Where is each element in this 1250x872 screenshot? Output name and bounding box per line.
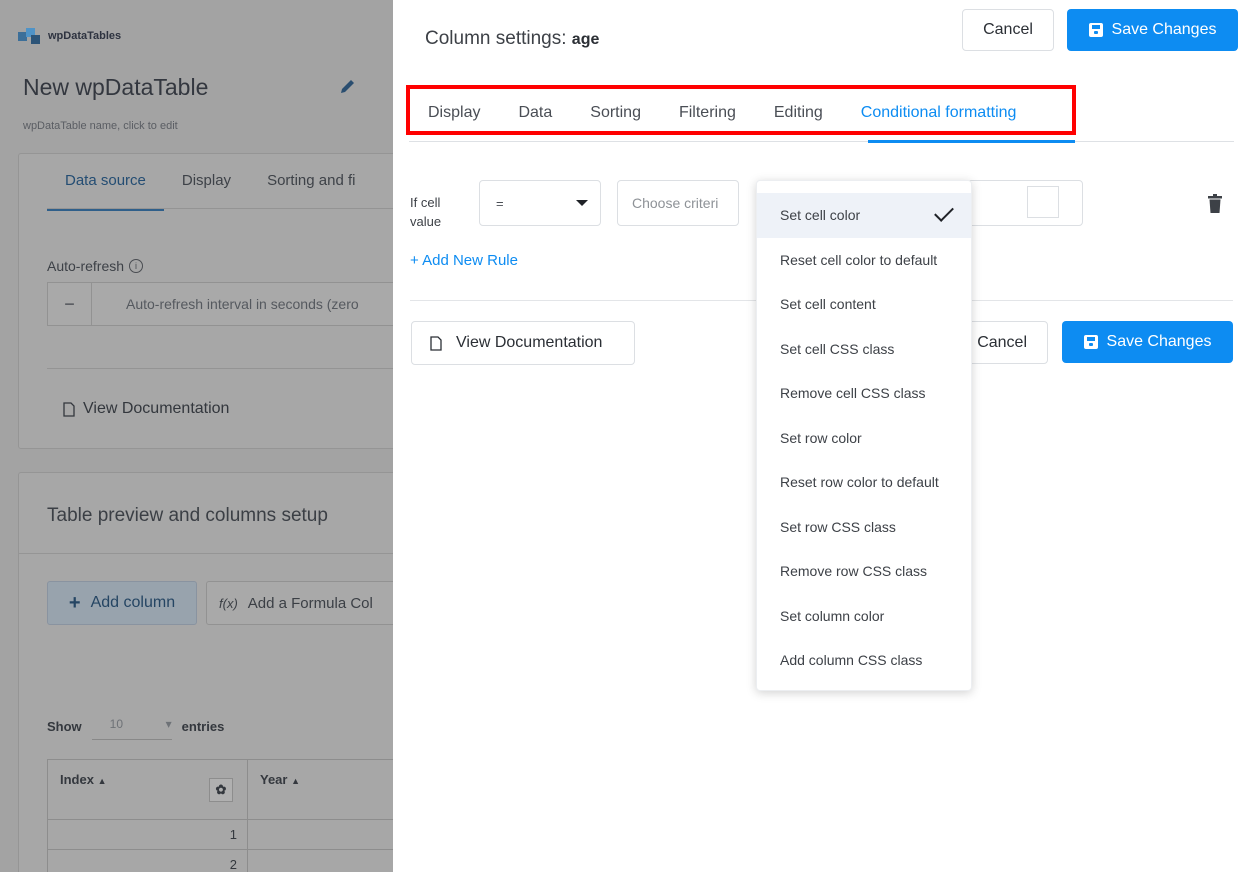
tab-editing[interactable]: Editing	[774, 104, 823, 122]
column-header-index[interactable]: Index ▲ ✿	[47, 759, 248, 820]
wpdatatables-logo-icon	[18, 28, 40, 44]
active-tab-indicator	[868, 140, 1075, 143]
view-documentation-button[interactable]: View Documentation	[411, 321, 635, 365]
column-header-year[interactable]: Year ▲	[247, 759, 393, 820]
view-documentation-link[interactable]: View Documentation	[63, 400, 229, 418]
logo: wpDataTables	[18, 28, 121, 44]
document-icon	[430, 335, 442, 351]
action-dropdown-menu: Set cell color Reset cell color to defau…	[756, 180, 972, 691]
pencil-icon[interactable]	[338, 76, 358, 96]
table-title[interactable]: New wpDataTable	[23, 74, 208, 101]
divider	[19, 553, 393, 554]
bottom-save-changes-button[interactable]: Save Changes	[1062, 321, 1233, 363]
divider	[47, 368, 393, 369]
dropdown-option[interactable]: Set column color	[757, 594, 971, 639]
operator-select[interactable]: =	[479, 180, 601, 226]
show-entries: Show 10 ▾ entries	[47, 713, 224, 740]
entries-select[interactable]: 10 ▾	[91, 713, 172, 740]
logo-text: wpDataTables	[48, 30, 122, 42]
dropdown-option[interactable]: Reset row color to default	[757, 460, 971, 505]
save-icon	[1083, 335, 1098, 349]
column-name: age	[571, 31, 600, 48]
dropdown-option[interactable]: Remove row CSS class	[757, 549, 971, 594]
dropdown-option[interactable]: Set cell color	[757, 193, 971, 238]
action-value-field[interactable]	[967, 180, 1083, 226]
tab-sorting[interactable]: Sorting and fi	[249, 172, 373, 211]
add-formula-column-button[interactable]: f(x) Add a Formula Col	[206, 581, 393, 625]
caret-down-icon: ▾	[165, 717, 172, 731]
preview-card: Table preview and columns setup + Add co…	[18, 472, 393, 872]
checkmark-icon	[934, 202, 954, 223]
dropdown-option[interactable]: Set cell content	[757, 282, 971, 327]
column-settings-panel: Column settings: age Cancel Save Changes…	[393, 0, 1250, 872]
caret-down-icon	[576, 200, 588, 206]
trash-icon[interactable]	[1208, 194, 1222, 213]
preview-title: Table preview and columns setup	[47, 505, 328, 526]
plus-icon: +	[68, 591, 81, 614]
dropdown-option[interactable]: Remove cell CSS class	[757, 371, 971, 416]
rule-label: If cell value	[410, 195, 442, 229]
settings-tabs: Data source Display Sorting and fi	[47, 172, 373, 211]
tab-display[interactable]: Display	[428, 104, 480, 122]
dropdown-option[interactable]: Set row color	[757, 416, 971, 461]
dropdown-option[interactable]: Reset cell color to default	[757, 238, 971, 283]
cancel-button[interactable]: Cancel	[962, 9, 1054, 51]
background-app: wpDataTables New wpDataTable wpDataTable…	[0, 0, 393, 872]
dropdown-option[interactable]: Set row CSS class	[757, 505, 971, 550]
auto-refresh-label: Auto-refresh i	[47, 258, 144, 274]
add-new-rule-link[interactable]: + Add New Rule	[410, 252, 518, 269]
preview-table: Index ▲ ✿ Year ▲ 1 2	[47, 759, 393, 872]
gear-icon[interactable]: ✿	[209, 778, 233, 802]
panel-title: Column settings: age	[425, 28, 600, 49]
color-picker-swatch[interactable]	[1027, 186, 1059, 218]
settings-card: Data source Display Sorting and fi Auto-…	[18, 153, 393, 449]
tab-conditional-formatting[interactable]: Conditional formatting	[861, 104, 1017, 122]
save-icon	[1088, 23, 1103, 37]
dropdown-option[interactable]: Add column CSS class	[757, 638, 971, 683]
info-icon: i	[129, 259, 144, 273]
auto-refresh-placeholder: Auto-refresh interval in seconds (zero	[126, 296, 359, 312]
divider	[47, 208, 393, 209]
document-icon	[63, 401, 75, 417]
criteria-input[interactable]: Choose criteri	[617, 180, 739, 226]
tab-display[interactable]: Display	[164, 172, 249, 211]
table-row: 2	[47, 849, 393, 872]
tab-filtering[interactable]: Filtering	[679, 104, 736, 122]
dropdown-option[interactable]: Set cell CSS class	[757, 327, 971, 372]
table-name-hint: wpDataTable name, click to edit	[23, 120, 178, 132]
minus-icon[interactable]: −	[48, 283, 92, 325]
add-column-button[interactable]: + Add column	[47, 581, 197, 625]
table-row: 1	[47, 819, 393, 850]
tab-data-source[interactable]: Data source	[47, 172, 164, 211]
settings-tabs: Display Data Sorting Filtering Editing C…	[428, 104, 1016, 122]
formula-icon: f(x)	[219, 595, 238, 611]
tab-data[interactable]: Data	[518, 104, 552, 122]
tabs-divider	[409, 141, 1234, 142]
auto-refresh-field[interactable]: − Auto-refresh interval in seconds (zero	[47, 282, 393, 326]
save-changes-button[interactable]: Save Changes	[1067, 9, 1238, 51]
tab-sorting[interactable]: Sorting	[590, 104, 641, 122]
